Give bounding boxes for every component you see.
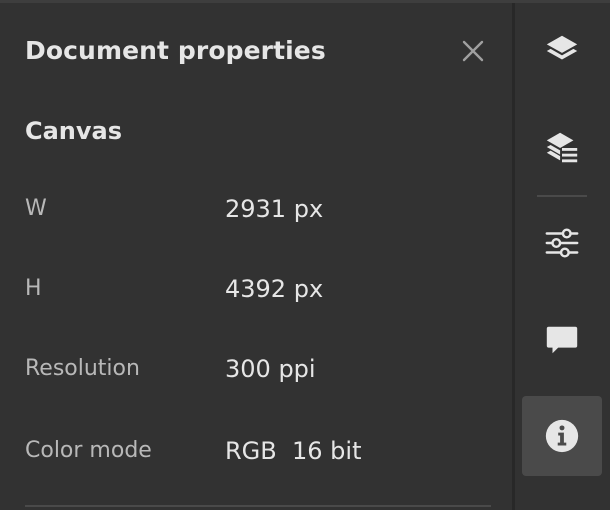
section-title-canvas: Canvas — [25, 117, 123, 145]
panel-divider — [25, 505, 491, 507]
adjustments-button[interactable] — [522, 203, 602, 283]
right-icon-rail — [515, 3, 610, 510]
property-label: H — [25, 276, 42, 301]
property-row-width: W 2931 px — [0, 189, 512, 229]
panel-title: Document properties — [25, 36, 326, 65]
close-icon — [462, 40, 484, 62]
comments-icon — [546, 326, 578, 354]
close-button[interactable] — [456, 34, 490, 68]
document-properties-panel: Document properties Canvas W 2931 px H 4… — [0, 3, 512, 510]
property-value: 4392 px — [225, 275, 324, 303]
property-value: 2931 px — [225, 195, 324, 223]
property-value: RGB 16 bit — [225, 437, 362, 465]
property-row-height: H 4392 px — [0, 269, 512, 309]
rail-separator — [537, 195, 587, 197]
property-value: 300 ppi — [225, 355, 316, 383]
property-row-color-mode: Color mode RGB 16 bit — [0, 431, 512, 471]
property-label: Color mode — [25, 438, 152, 463]
layers-button[interactable] — [522, 11, 602, 91]
layer-properties-icon — [546, 132, 578, 163]
adjustments-sliders-icon — [545, 228, 579, 258]
layer-properties-button[interactable] — [522, 108, 602, 188]
property-row-resolution: Resolution 300 ppi — [0, 349, 512, 389]
property-label: Resolution — [25, 356, 140, 381]
layers-icon — [546, 35, 578, 60]
comments-button[interactable] — [522, 300, 602, 380]
app-window: Document properties Canvas W 2931 px H 4… — [0, 0, 610, 510]
info-icon — [545, 419, 579, 453]
property-label: W — [25, 196, 47, 221]
info-button[interactable] — [522, 396, 602, 476]
